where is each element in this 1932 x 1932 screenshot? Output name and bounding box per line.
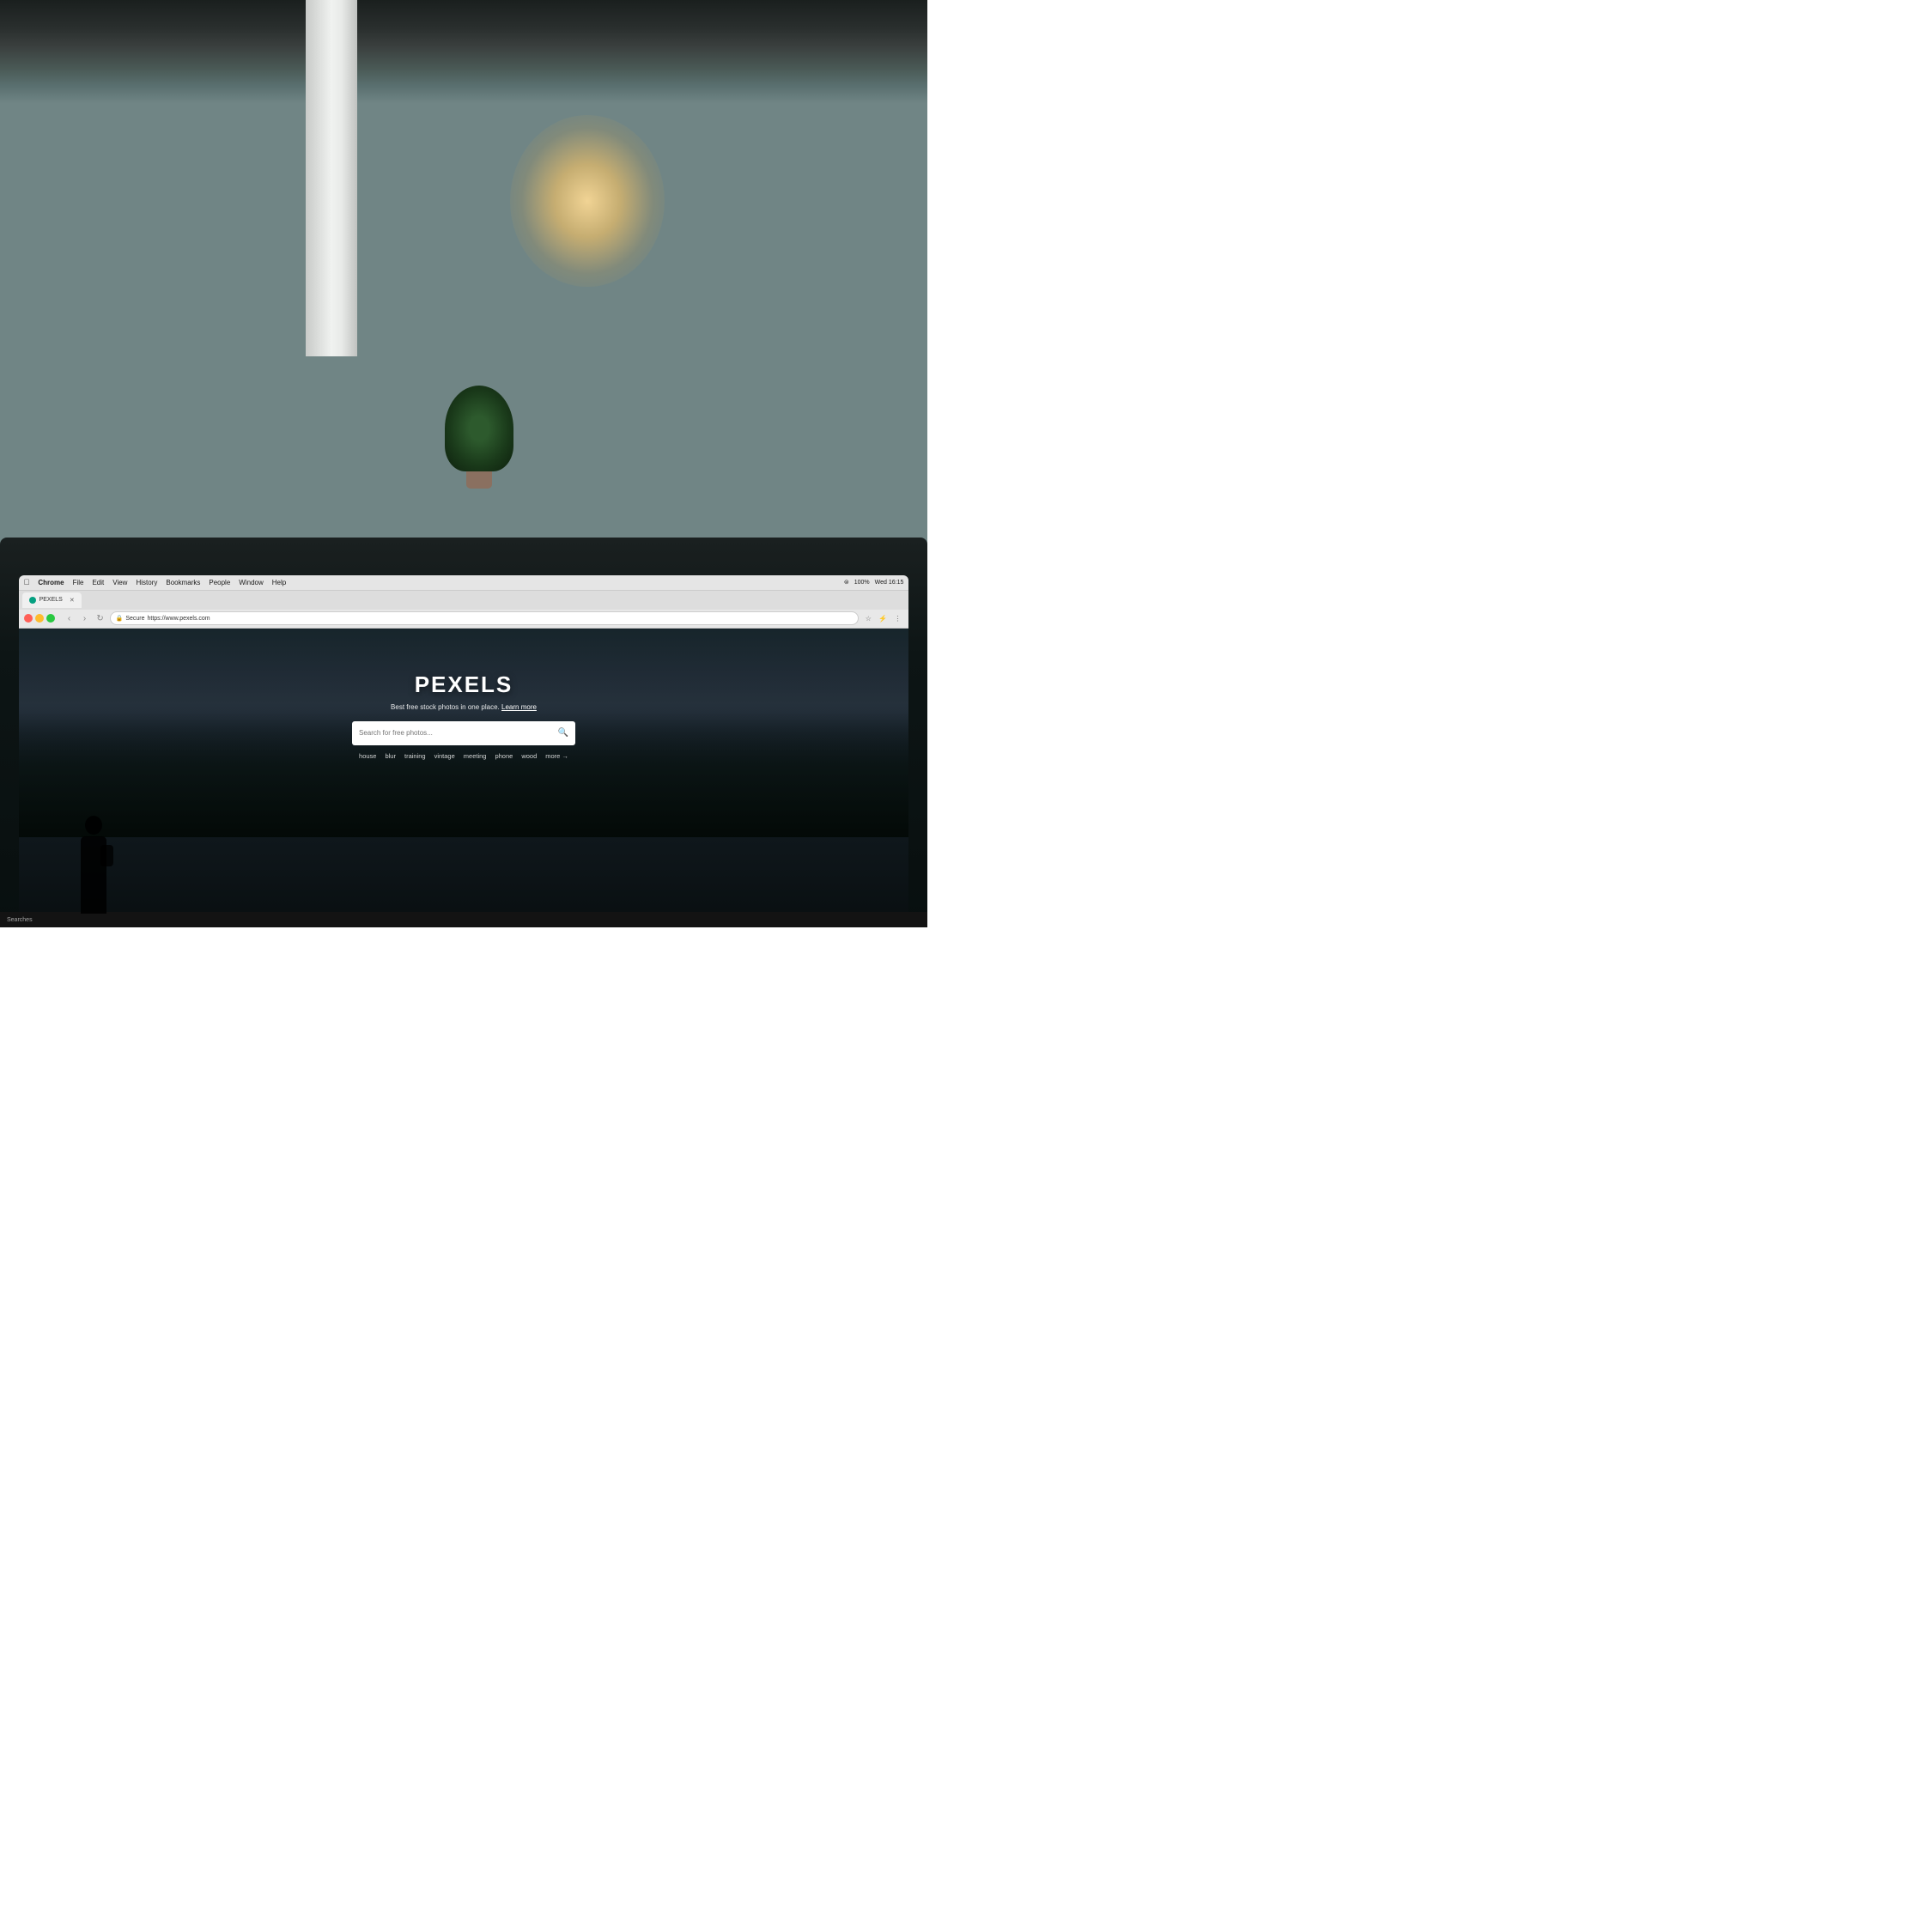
url-display[interactable]: https://www.pexels.com bbox=[148, 616, 210, 622]
close-window-button[interactable] bbox=[24, 614, 33, 623]
tag-wood[interactable]: wood bbox=[521, 752, 537, 760]
menu-view[interactable]: View bbox=[112, 579, 127, 586]
menu-file[interactable]: File bbox=[73, 579, 84, 586]
browser-window:  Chrome Pexels File Edit View History B… bbox=[19, 575, 909, 927]
more-tags-link[interactable]: more → bbox=[545, 752, 568, 760]
back-button[interactable]: ‹ bbox=[64, 612, 76, 624]
tag-phone[interactable]: phone bbox=[495, 752, 513, 760]
menu-bookmarks[interactable]: Bookmarks bbox=[166, 579, 200, 586]
tag-meeting[interactable]: meeting bbox=[464, 752, 487, 760]
hero-section: PEXELS Best free stock photos in one pla… bbox=[19, 656, 909, 760]
hero-subtitle: Best free stock photos in one place. Lea… bbox=[19, 703, 909, 711]
search-input[interactable] bbox=[359, 729, 555, 737]
tab-favicon bbox=[29, 597, 36, 604]
active-tab[interactable]: PEXELS ✕ bbox=[22, 592, 82, 608]
office-plant bbox=[445, 386, 513, 489]
office-background bbox=[0, 0, 927, 575]
extensions-icon[interactable]: ⚡ bbox=[877, 612, 889, 624]
maximize-window-button[interactable] bbox=[46, 614, 55, 623]
app-name[interactable]: Chrome bbox=[38, 579, 64, 586]
forward-button[interactable]: › bbox=[79, 612, 91, 624]
search-bar[interactable]: 🔍 bbox=[352, 721, 575, 745]
bookmark-icon[interactable]: ☆ bbox=[862, 612, 874, 624]
menu-history[interactable]: History bbox=[136, 579, 157, 586]
window-light bbox=[510, 115, 665, 287]
apple-menu[interactable]:  bbox=[24, 578, 30, 586]
tag-training[interactable]: training bbox=[404, 752, 426, 760]
battery-label: 100% bbox=[854, 580, 870, 586]
search-icon[interactable]: 🔍 bbox=[558, 728, 568, 738]
more-options-icon[interactable]: ⋮ bbox=[891, 612, 903, 624]
person-head bbox=[85, 816, 102, 835]
tag-house[interactable]: house bbox=[359, 752, 376, 760]
hero-person-figure bbox=[70, 816, 118, 927]
menu-window[interactable]: Window bbox=[239, 579, 263, 586]
tab-title: PEXELS bbox=[39, 597, 63, 603]
hero-subtitle-text: Best free stock photos in one place. bbox=[391, 703, 500, 711]
refresh-button[interactable]: ↻ bbox=[94, 612, 106, 624]
toolbar-icons: ☆ ⚡ ⋮ bbox=[862, 612, 903, 624]
wifi-icon: ⊜ bbox=[844, 579, 849, 586]
taskbar-label: Searches bbox=[7, 917, 33, 923]
macos-menubar:  Chrome Pexels File Edit View History B… bbox=[19, 575, 909, 591]
search-tags: house blur training vintage meeting phon… bbox=[19, 752, 909, 760]
learn-more-link[interactable]: Learn more bbox=[501, 703, 537, 711]
address-bar[interactable]: 🔒 Secure https://www.pexels.com bbox=[110, 611, 860, 625]
tag-blur[interactable]: blur bbox=[385, 752, 396, 760]
person-backpack bbox=[100, 845, 113, 866]
browser-tab-bar: PEXELS ✕ bbox=[19, 591, 909, 610]
tag-vintage[interactable]: vintage bbox=[434, 752, 455, 760]
tab-close-icon[interactable]: ✕ bbox=[70, 597, 75, 604]
menu-people[interactable]: People bbox=[209, 579, 230, 586]
website-content: PEXELS Browse ▾ License Tools D Daniel C… bbox=[19, 629, 909, 927]
bottom-taskbar: Searches bbox=[0, 912, 927, 927]
minimize-window-button[interactable] bbox=[35, 614, 44, 623]
architectural-column bbox=[306, 0, 357, 356]
person-body bbox=[81, 836, 106, 914]
time-display: Wed 16:15 bbox=[875, 580, 904, 586]
secure-icon: 🔒 bbox=[116, 615, 124, 622]
menubar-right: ⊜ 100% Wed 16:15 bbox=[844, 579, 904, 586]
browser-toolbar: ‹ › ↻ 🔒 Secure https://www.pexels.com ☆ … bbox=[19, 610, 909, 629]
hero-title: PEXELS bbox=[19, 671, 909, 698]
menu-help[interactable]: Help bbox=[272, 579, 286, 586]
secure-label: Secure bbox=[125, 616, 144, 622]
menu-edit[interactable]: Edit bbox=[92, 579, 104, 586]
